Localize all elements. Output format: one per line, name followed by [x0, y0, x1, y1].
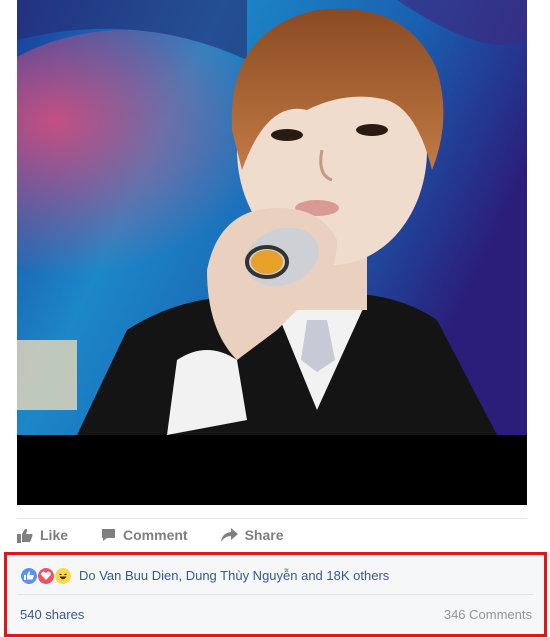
comment-label: Comment [123, 527, 188, 543]
share-label: Share [244, 527, 284, 543]
love-reaction-icon [37, 566, 55, 585]
reactors-link[interactable]: Do Van Buu Dien, Dung Thùy Nguyễn and 18… [79, 568, 389, 583]
thumbs-up-icon [17, 528, 33, 543]
share-button[interactable]: Share [220, 527, 284, 543]
like-button[interactable]: Like [17, 527, 68, 543]
divider [18, 594, 533, 595]
reactions-row[interactable]: Do Van Buu Dien, Dung Thùy Nguyễn and 18… [20, 566, 389, 585]
divider [17, 518, 527, 519]
share-icon [220, 528, 238, 542]
haha-reaction-icon [54, 566, 72, 585]
shares-count-link[interactable]: 540 shares [20, 607, 84, 622]
like-label: Like [40, 527, 69, 543]
comment-button[interactable]: Comment [101, 527, 188, 543]
like-reaction-icon [20, 566, 38, 585]
reactions-summary-box: Do Van Buu Dien, Dung Thùy Nguyễn and 18… [4, 552, 547, 637]
photo-image [17, 0, 527, 435]
post-photo[interactable] [17, 0, 527, 505]
post-action-bar: Like Comment Share [17, 523, 317, 547]
photo-letterbox [17, 435, 527, 505]
comments-count-link[interactable]: 346 Comments [444, 607, 532, 622]
post-card: Like Comment Share Do Van Buu Dien, Dung… [0, 0, 550, 637]
comment-icon [102, 529, 116, 541]
